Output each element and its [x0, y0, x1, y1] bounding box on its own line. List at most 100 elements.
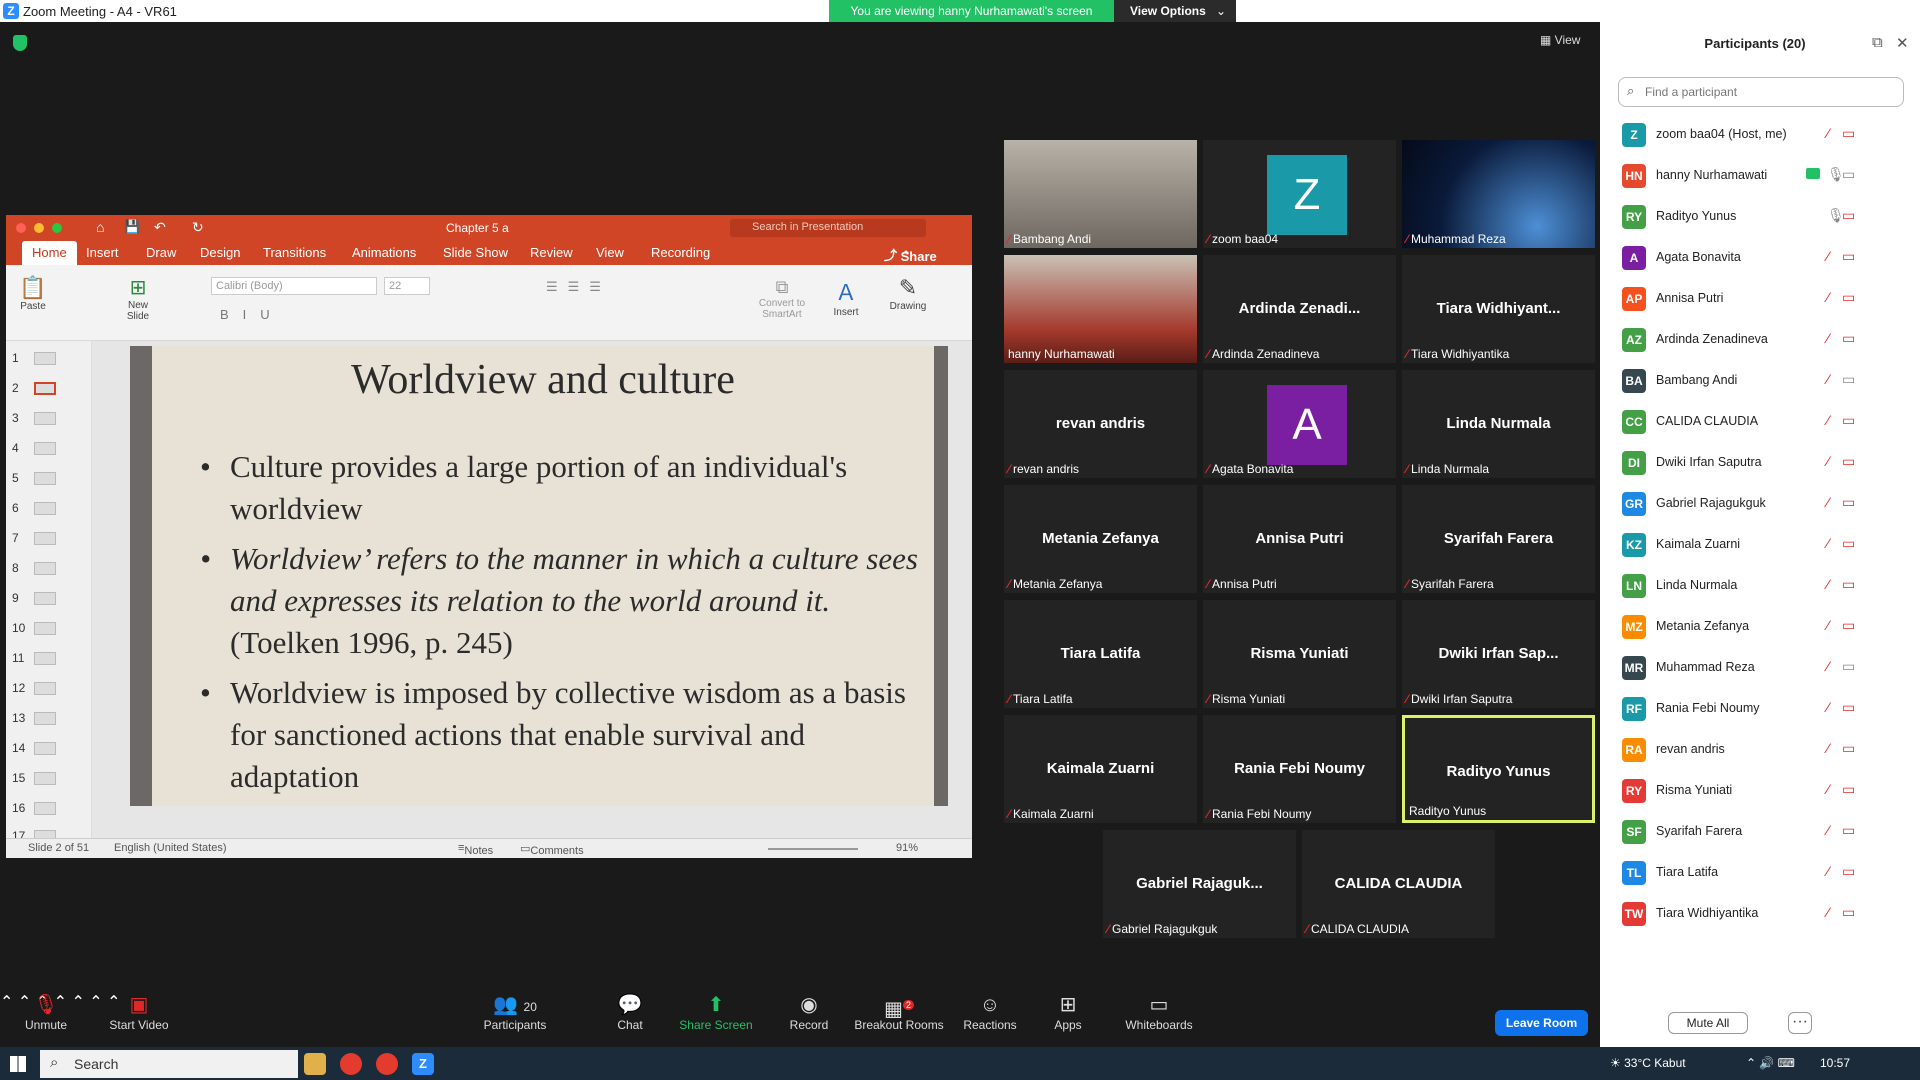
view-options-button[interactable]: View Options ⌄ [1114, 0, 1236, 22]
video-tile[interactable]: Gabriel Rajaguk... ⁄ Gabriel Rajagukguk [1103, 830, 1296, 938]
participant-row[interactable]: RF Rania Febi Noumy ⁄ ▭ [1600, 687, 1920, 727]
leave-room-button[interactable]: Leave Room [1495, 1010, 1588, 1036]
avatar: LN [1622, 574, 1646, 598]
avatar: CC [1622, 410, 1646, 434]
window-titlebar: Z Zoom Meeting - A4 - VR61 [0, 0, 1600, 22]
participant-row[interactable]: A Agata Bonavita ⁄ ▭ [1600, 236, 1920, 276]
whiteboards-button[interactable]: ▭ Whiteboards [1124, 992, 1194, 1032]
video-tile[interactable]: CALIDA CLAUDIA ⁄ CALIDA CLAUDIA [1302, 830, 1495, 938]
unmute-button[interactable]: 🎙 Unmute [18, 992, 74, 1032]
chrome-icon[interactable] [340, 1053, 362, 1075]
chrome-icon[interactable] [376, 1053, 398, 1075]
video-tile[interactable]: Kaimala Zuarni ⁄ Kaimala Zuarni [1004, 715, 1197, 823]
participant-row[interactable]: GR Gabriel Rajagukguk ⁄ ▭ [1600, 482, 1920, 522]
file-explorer-icon[interactable] [304, 1053, 326, 1075]
video-tile[interactable]: Tiara Latifa ⁄ Tiara Latifa [1004, 600, 1197, 708]
close-panel-icon[interactable]: ✕ [1896, 34, 1909, 52]
new-slide-group: ⊞ New Slide [118, 275, 158, 322]
video-tile[interactable]: Linda Nurmala ⁄ Linda Nurmala [1402, 370, 1595, 478]
share-screen-icon: ⬆ [707, 994, 725, 1016]
start-video-button[interactable]: ▣ Start Video [104, 992, 174, 1032]
thumb-number: 16 [12, 801, 26, 815]
view-button[interactable]: ▦ View [1540, 33, 1580, 47]
video-tile[interactable]: Annisa Putri ⁄ Annisa Putri [1203, 485, 1396, 593]
participant-row[interactable]: TW Tiara Widhiyantika ⁄ ▭ [1600, 892, 1920, 932]
mic-muted-icon: ⁄ [1827, 904, 1830, 920]
video-tile[interactable]: Rania Febi Noumy ⁄ Rania Febi Noumy [1203, 715, 1396, 823]
security-shield-icon[interactable] [13, 35, 27, 51]
participant-name: Radityo Yunus [1656, 209, 1737, 223]
weather-status[interactable]: ☀ 33°C Kabut [1610, 1056, 1686, 1070]
participant-name: CALIDA CLAUDIA [1656, 414, 1759, 428]
participant-row[interactable]: RA revan andris ⁄ ▭ [1600, 728, 1920, 768]
slide-bullets: Culture provides a large portion of an i… [200, 446, 930, 806]
thumb-number: 8 [12, 561, 19, 575]
video-off-icon: ▭ [1842, 412, 1856, 428]
mic-muted-icon: ⁄ [1207, 692, 1210, 706]
participant-row[interactable]: Zzoom baa04 (Host, me) ⁄ ▭ [1600, 113, 1920, 153]
taskbar-search-box[interactable]: ⌕ Search [40, 1050, 298, 1078]
thumb-preview [34, 442, 56, 455]
participant-row[interactable]: MZ Metania Zefanya ⁄ ▭ [1600, 605, 1920, 645]
comments-label: Comments [530, 845, 584, 857]
thumb-number: 13 [12, 711, 26, 725]
video-tile[interactable]: revan andris ⁄ revan andris [1004, 370, 1197, 478]
apps-caret-icon[interactable]: ⌃ [89, 994, 102, 1011]
participant-row[interactable]: LN Linda Nurmala ⁄ ▭ [1600, 564, 1920, 604]
popout-icon[interactable]: ⧉ [1872, 34, 1883, 51]
participant-row[interactable]: TL Tiara Latifa ⁄ ▭ [1600, 851, 1920, 891]
record-button[interactable]: ◉ Record [786, 992, 832, 1032]
breakout-rooms-button[interactable]: ▦ 2 Breakout Rooms [852, 992, 946, 1032]
participant-row[interactable]: KZ Kaimala Zuarni ⁄ ▭ [1600, 523, 1920, 563]
participant-row[interactable]: DI Dwiki Irfan Saputra ⁄ ▭ [1600, 441, 1920, 481]
participant-row[interactable]: CC CALIDA CLAUDIA ⁄ ▭ [1600, 400, 1920, 440]
video-off-icon: ▭ [1842, 617, 1856, 633]
participants-button[interactable]: 👥 20 Participants [480, 992, 550, 1032]
video-tile[interactable]: Dwiki Irfan Sap... ⁄ Dwiki Irfan Saputra [1402, 600, 1595, 708]
participant-row[interactable]: RY Risma Yuniati ⁄ ▭ [1600, 769, 1920, 809]
participant-row[interactable]: RY Radityo Yunus 🎙 ▭ [1600, 195, 1920, 235]
thumb-item: 5 [12, 471, 56, 485]
video-tile[interactable]: Radityo Yunus Radityo Yunus [1402, 715, 1595, 823]
tile-label-text: Muhammad Reza [1411, 232, 1506, 246]
thumb-item: 7 [12, 531, 56, 545]
paste-group: 📋 Paste [18, 275, 48, 312]
video-tile[interactable]: Tiara Widhiyant... ⁄ Tiara Widhiyantika [1402, 255, 1595, 363]
video-tile[interactable]: Risma Yuniati ⁄ Risma Yuniati [1203, 600, 1396, 708]
tile-label-text: Syarifah Farera [1411, 577, 1494, 591]
chat-button[interactable]: 💬 Chat [610, 992, 650, 1032]
zoom-app-icon[interactable]: Z [412, 1053, 434, 1075]
video-tile[interactable]: Syarifah Farera ⁄ Syarifah Farera [1402, 485, 1595, 593]
audio-options-caret-icon[interactable]: ⌃ [0, 994, 13, 1011]
windows-start-icon[interactable] [10, 1056, 26, 1072]
mute-all-button[interactable]: Mute All [1668, 1012, 1748, 1034]
mac-minimize-icon [34, 223, 44, 233]
ppt-tab: Recording [651, 245, 711, 260]
video-tile[interactable]: A ⁄ Agata Bonavita [1203, 370, 1396, 478]
breakout-label: Breakout Rooms [854, 1018, 944, 1032]
participant-row[interactable]: BA Bambang Andi ⁄ ▭ [1600, 359, 1920, 399]
video-tile[interactable]: Ardinda Zenadi... ⁄ Ardinda Zenadineva [1203, 255, 1396, 363]
search-placeholder: Find a participant [1645, 85, 1738, 99]
video-tile[interactable]: ⁄ Bambang Andi [1004, 140, 1197, 248]
share-screen-button[interactable]: ⬆ Share Screen [678, 992, 754, 1032]
participant-search-input[interactable]: ⌕ Find a participant [1618, 77, 1904, 107]
more-options-button[interactable]: ··· [1788, 1012, 1812, 1034]
participant-row[interactable]: MR Muhammad Reza ⁄ ▭ [1600, 646, 1920, 686]
participant-row[interactable]: HN hanny Nurhamawati 🎙 ▭ [1600, 154, 1920, 194]
thumb-item: 8 [12, 561, 56, 575]
reactions-button[interactable]: ☺ Reactions [962, 992, 1018, 1032]
tile-name-label: ⁄ Kaimala Zuarni [1008, 807, 1094, 821]
video-tile[interactable]: Z ⁄ zoom baa04 [1203, 140, 1396, 248]
apps-button[interactable]: ⊞ Apps [1050, 992, 1086, 1032]
video-tile[interactable]: ⁄ Muhammad Reza [1402, 140, 1595, 248]
participants-panel: Participants (20) ⧉ ✕ ⌕ Find a participan… [1600, 0, 1920, 1047]
video-tile[interactable]: Metania Zefanya ⁄ Metania Zefanya [1004, 485, 1197, 593]
avatar: AP [1622, 287, 1646, 311]
participant-row[interactable]: SF Syarifah Farera ⁄ ▭ [1600, 810, 1920, 850]
participant-row[interactable]: AZ Ardinda Zenadineva ⁄ ▭ [1600, 318, 1920, 358]
tray-icons[interactable]: ⌃ 🔊 ⌨ [1746, 1056, 1795, 1070]
participant-row[interactable]: AP Annisa Putri ⁄ ▭ [1600, 277, 1920, 317]
video-tile[interactable]: hanny Nurhamawati [1004, 255, 1197, 363]
ppt-tab: Animations [352, 245, 417, 260]
